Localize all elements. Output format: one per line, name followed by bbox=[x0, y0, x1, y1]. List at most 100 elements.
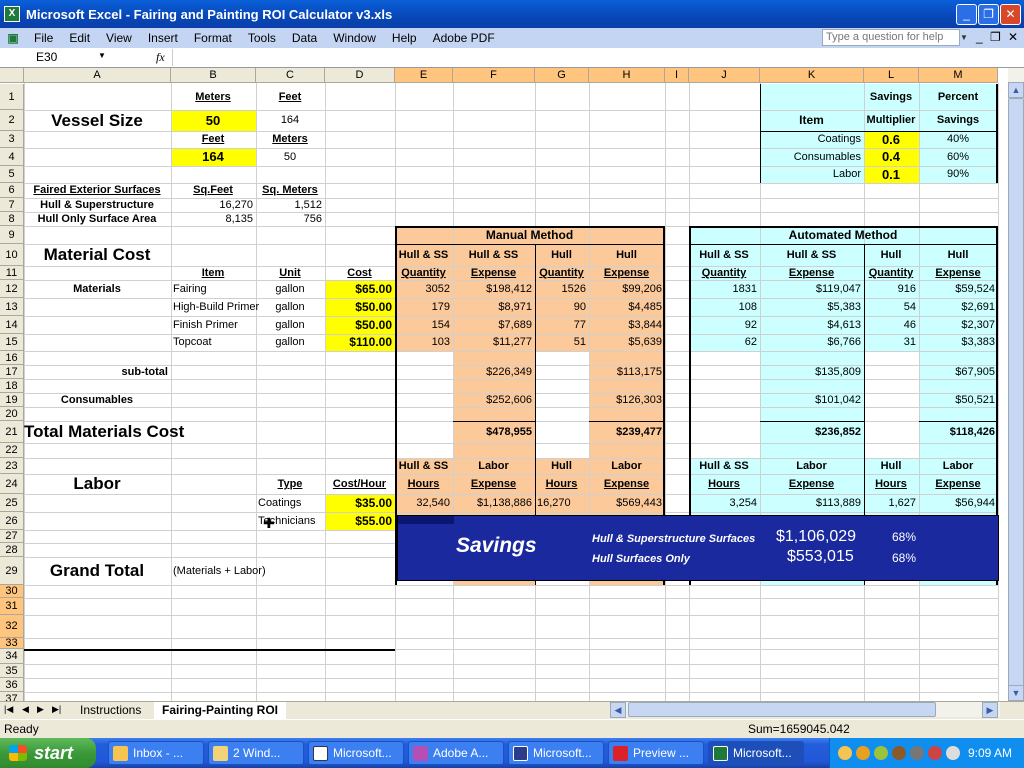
column-header-a[interactable]: A bbox=[24, 68, 171, 83]
labor-rate-input[interactable]: $55.00 bbox=[327, 512, 392, 530]
task-microsoft-2[interactable]: Microsoft... bbox=[508, 741, 604, 765]
savings-banner[interactable]: Savings Hull & Superstructure Surfaces $… bbox=[397, 515, 999, 581]
column-header-h[interactable]: H bbox=[589, 68, 665, 83]
row-header-15[interactable]: 15 bbox=[0, 334, 24, 351]
row-header-9[interactable]: 9 bbox=[0, 226, 24, 244]
selected-cell-e30[interactable] bbox=[398, 516, 454, 524]
row-header-28[interactable]: 28 bbox=[0, 543, 24, 557]
meters-input[interactable]: 50 bbox=[173, 110, 253, 131]
row-header-19[interactable]: 19 bbox=[0, 393, 24, 407]
vertical-scroll-thumb[interactable] bbox=[1008, 98, 1024, 688]
tab-fairing-painting-roi[interactable]: Fairing-Painting ROI bbox=[154, 702, 286, 719]
feet-input[interactable]: 164 bbox=[173, 148, 253, 166]
row-header-33[interactable]: 33 bbox=[0, 638, 24, 649]
tab-instructions[interactable]: Instructions bbox=[72, 702, 149, 719]
row-header-17[interactable]: 17 bbox=[0, 365, 24, 379]
task-excel[interactable]: Microsoft... bbox=[708, 741, 804, 765]
menu-insert[interactable]: Insert bbox=[140, 31, 186, 45]
row-header-14[interactable]: 14 bbox=[0, 316, 24, 334]
workbook-minimize-button[interactable]: _ bbox=[976, 30, 983, 44]
select-all-corner[interactable] bbox=[0, 68, 24, 83]
insert-function-icon[interactable]: fx bbox=[156, 50, 165, 65]
row-header-5[interactable]: 5 bbox=[0, 166, 24, 183]
multiplier-input[interactable]: 0.6 bbox=[866, 131, 916, 148]
row-header-2[interactable]: 2 bbox=[0, 110, 24, 131]
menu-edit[interactable]: Edit bbox=[61, 31, 98, 45]
column-header-b[interactable]: B bbox=[171, 68, 256, 83]
row-header-16[interactable]: 16 bbox=[0, 351, 24, 365]
row-header-10[interactable]: 10 bbox=[0, 244, 24, 266]
row-header-21[interactable]: 21 bbox=[0, 421, 24, 443]
multiplier-input[interactable]: 0.4 bbox=[866, 148, 916, 166]
first-sheet-icon[interactable]: |◀ bbox=[4, 704, 13, 715]
help-dropdown-icon[interactable]: ▼ bbox=[958, 29, 970, 46]
tray-sync-icon[interactable] bbox=[874, 746, 888, 760]
column-header-k[interactable]: K bbox=[760, 68, 864, 83]
row-header-29[interactable]: 29 bbox=[0, 557, 24, 585]
workbook-close-button[interactable]: ✕ bbox=[1008, 30, 1018, 44]
column-header-j[interactable]: J bbox=[689, 68, 760, 83]
tray-globe-icon[interactable] bbox=[856, 746, 870, 760]
last-sheet-icon[interactable]: ▶| bbox=[52, 704, 61, 715]
row-header-31[interactable]: 31 bbox=[0, 598, 24, 615]
scroll-left-icon[interactable]: ◀ bbox=[610, 702, 626, 718]
row-header-32[interactable]: 32 bbox=[0, 615, 24, 638]
row-header-26[interactable]: 26 bbox=[0, 512, 24, 530]
name-box-dropdown-icon[interactable]: ▼ bbox=[98, 51, 106, 60]
row-header-37[interactable]: 37 bbox=[0, 692, 24, 701]
menu-help[interactable]: Help bbox=[384, 31, 425, 45]
task-windows-explorer[interactable]: 2 Wind... bbox=[208, 741, 304, 765]
column-header-c[interactable]: C bbox=[256, 68, 325, 83]
menu-format[interactable]: Format bbox=[186, 31, 240, 45]
row-header-3[interactable]: 3 bbox=[0, 131, 24, 148]
row-header-20[interactable]: 20 bbox=[0, 407, 24, 421]
formula-input[interactable] bbox=[172, 49, 1022, 66]
tray-audio-icon[interactable] bbox=[910, 746, 924, 760]
horizontal-scroll-thumb[interactable] bbox=[628, 702, 936, 717]
name-box[interactable]: E30 bbox=[2, 49, 112, 66]
row-header-30[interactable]: 30 bbox=[0, 585, 24, 598]
row-header-25[interactable]: 25 bbox=[0, 494, 24, 512]
scroll-down-icon[interactable]: ▼ bbox=[1008, 685, 1024, 701]
tray-usb-icon[interactable] bbox=[946, 746, 960, 760]
help-search-input[interactable]: Type a question for help bbox=[822, 29, 960, 46]
row-header-11[interactable]: 11 bbox=[0, 266, 24, 280]
restore-button[interactable]: ❐ bbox=[978, 4, 999, 25]
spreadsheet-grid[interactable]: A B C D E F G H I J K L M 1 2 3 4 5 6 7 8 9 10 11 12 13 14 15 16 17 18… bbox=[0, 68, 1010, 701]
column-header-d[interactable]: D bbox=[325, 68, 395, 83]
row-header-6[interactable]: 6 bbox=[0, 183, 24, 198]
menu-window[interactable]: Window bbox=[325, 31, 384, 45]
scroll-right-icon[interactable]: ▶ bbox=[982, 702, 998, 718]
minimize-button[interactable]: _ bbox=[956, 4, 977, 25]
task-preview[interactable]: Preview ... bbox=[608, 741, 704, 765]
column-header-m[interactable]: M bbox=[919, 68, 998, 83]
row-header-34[interactable]: 34 bbox=[0, 649, 24, 664]
tray-security-icon[interactable] bbox=[928, 746, 942, 760]
menu-adobe-pdf[interactable]: Adobe PDF bbox=[425, 31, 503, 45]
row-header-12[interactable]: 12 bbox=[0, 280, 24, 298]
row-header-35[interactable]: 35 bbox=[0, 664, 24, 678]
tray-clock-icon[interactable] bbox=[838, 746, 852, 760]
menu-data[interactable]: Data bbox=[284, 31, 325, 45]
vertical-scrollbar[interactable]: ▲ ▼ bbox=[1008, 68, 1024, 701]
menu-file[interactable]: File bbox=[26, 31, 61, 45]
scroll-up-icon[interactable]: ▲ bbox=[1008, 82, 1024, 98]
material-cost-input[interactable]: $50.00 bbox=[327, 316, 392, 334]
column-header-f[interactable]: F bbox=[453, 68, 535, 83]
task-inbox[interactable]: Inbox - ... bbox=[108, 741, 204, 765]
row-header-1[interactable]: 1 bbox=[0, 84, 24, 110]
prev-sheet-icon[interactable]: ◀ bbox=[22, 704, 29, 715]
horizontal-scrollbar[interactable]: ◀ ▶ bbox=[610, 702, 1000, 718]
row-header-13[interactable]: 13 bbox=[0, 298, 24, 316]
task-word[interactable]: Microsoft... bbox=[308, 741, 404, 765]
start-button[interactable]: start bbox=[0, 738, 96, 768]
row-header-8[interactable]: 8 bbox=[0, 212, 24, 226]
task-adobe[interactable]: Adobe A... bbox=[408, 741, 504, 765]
menu-view[interactable]: View bbox=[98, 31, 140, 45]
row-header-18[interactable]: 18 bbox=[0, 379, 24, 393]
workbook-icon[interactable]: ▣ bbox=[0, 31, 26, 45]
menu-tools[interactable]: Tools bbox=[240, 31, 284, 45]
row-header-4[interactable]: 4 bbox=[0, 148, 24, 166]
row-header-22[interactable]: 22 bbox=[0, 443, 24, 458]
row-header-24[interactable]: 24 bbox=[0, 474, 24, 494]
